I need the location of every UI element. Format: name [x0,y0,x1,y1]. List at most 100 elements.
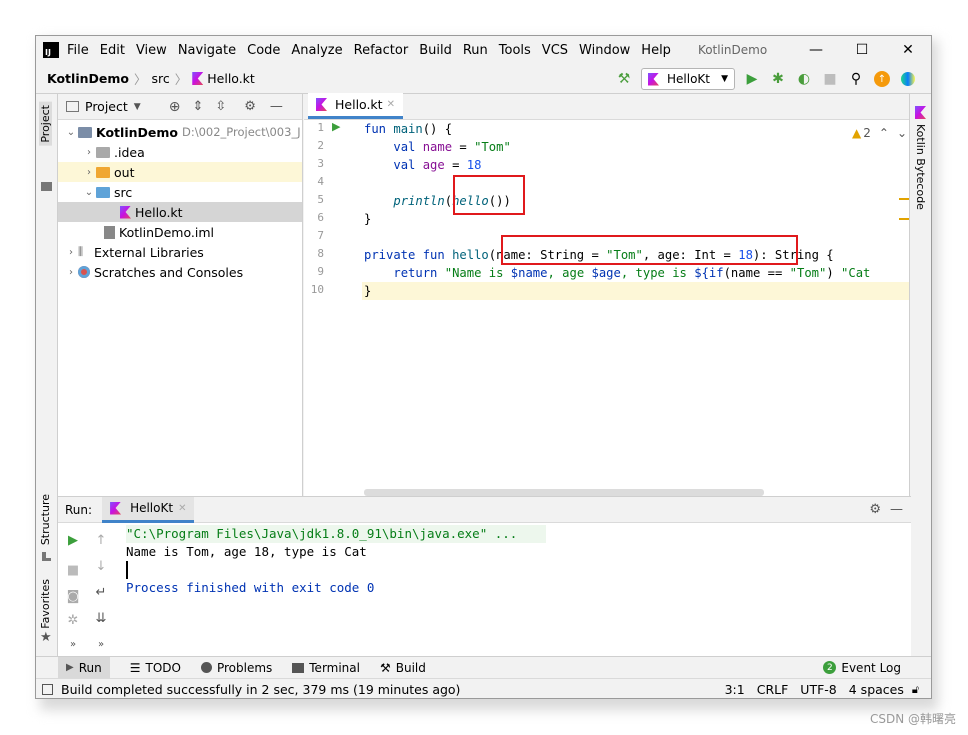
menu-refactor[interactable]: Refactor [354,43,409,58]
tree-item-label: src [114,184,133,200]
soft-wrap-icon[interactable]: ↵ [92,583,110,601]
expand-all-icon[interactable]: ⇕ [192,99,203,114]
navigation-bar: KotlinDemo 〉 src 〉 Hello.kt ⚒ HelloKt ▼ … [36,64,931,94]
menu-edit[interactable]: Edit [100,43,125,58]
coverage-icon[interactable]: ◐ [795,70,813,88]
project-panel: Project ▼ ⊕ ⇕ ⇳ ⚙ — ⌄ KotlinDemo D:\002_… [58,94,303,496]
more-icon[interactable]: » [64,635,82,653]
scroll-to-end-icon[interactable]: ⇊ [92,609,110,627]
tool-button-problems[interactable]: Problems [200,660,273,675]
tree-item-out[interactable]: › out [58,162,302,182]
gear-icon[interactable]: ⚙ [869,502,881,517]
tree-item-kotlindemo[interactable]: ⌄ KotlinDemo D:\002_Project\003_J [58,122,302,142]
breadcrumb-project[interactable]: KotlinDemo [47,71,129,86]
chevron-up-icon[interactable]: ⌃ [879,126,889,140]
tool-button-run[interactable]: ▶ Run [58,656,110,679]
chevron-down-icon[interactable]: ⌄ [64,127,78,138]
maximize-button[interactable]: ☐ [839,36,885,64]
tree-item-idea[interactable]: › .idea [58,142,302,162]
tool-tab-structure[interactable]: Structure [39,494,52,545]
run-configuration-select[interactable]: HelloKt ▼ [641,68,735,90]
horizontal-scrollbar[interactable] [364,489,764,496]
menu-vcs[interactable]: VCS [542,43,568,58]
menu-help[interactable]: Help [641,43,671,58]
chevron-down-icon[interactable]: ⌄ [897,126,907,140]
chevron-right-icon[interactable]: › [82,167,96,178]
star-icon: ★ [40,630,52,645]
toggle-panels-icon[interactable] [42,684,53,695]
chevron-down-icon[interactable]: ▼ [134,102,141,112]
lock-icon[interactable]: 🔓︎ [912,683,919,697]
tree-item-external-libraries[interactable]: › ⫼ External Libraries [58,242,302,262]
inspection-widget[interactable]: ▲ 2 ⌃ ⌄ [852,126,907,140]
chevron-down-icon[interactable]: ⌄ [82,187,96,198]
close-button[interactable]: ✕ [885,36,931,64]
menu-analyze[interactable]: Analyze [291,43,342,58]
hammer-build-icon[interactable]: ⚒ [615,70,633,88]
line-separator[interactable]: CRLF [757,682,789,697]
run-gutter-icon[interactable]: ▶ [332,120,340,133]
hide-icon[interactable]: — [270,99,283,114]
line-number: 9 [317,265,324,278]
indent-setting[interactable]: 4 spaces [849,682,904,697]
up-arrow-icon[interactable]: ↑ [92,531,110,549]
debug-bug-icon[interactable]: ✱ [769,70,787,88]
menu-navigate[interactable]: Navigate [178,43,236,58]
code-area[interactable]: fun main() { val name = "Tom" val age = … [362,120,911,496]
collapse-all-icon[interactable]: ⇳ [215,99,226,114]
menu-code[interactable]: Code [247,43,280,58]
tool-button-terminal[interactable]: Terminal [292,661,360,675]
run-tab-hellokt[interactable]: HelloKt ✕ [102,496,195,523]
pin-icon[interactable]: ✲ [64,611,82,629]
chevron-right-icon[interactable]: › [82,147,96,158]
menu-view[interactable]: View [136,43,167,58]
tool-button-build[interactable]: ⚒ Build [380,661,426,675]
rerun-icon[interactable]: ▶ [64,531,82,549]
tree-item-src[interactable]: ⌄ src [58,182,302,202]
tool-button-label: Problems [216,660,273,675]
minimize-button[interactable]: — [793,36,839,64]
run-play-icon[interactable]: ▶ [743,70,761,88]
tool-button-todo[interactable]: ☰ TODO [130,661,181,675]
locate-icon[interactable]: ⊕ [169,99,181,115]
down-arrow-icon[interactable]: ↓ [92,557,110,575]
tab-hello-kt[interactable]: Hello.kt ✕ [308,93,403,119]
close-icon[interactable]: ✕ [178,503,186,514]
stop-icon[interactable]: ■ [821,70,839,88]
code-with-me-icon[interactable] [899,70,917,88]
tree-item-label: Hello.kt [135,204,183,220]
project-view-select[interactable]: Project [85,99,128,114]
menu-window[interactable]: Window [579,43,630,58]
breadcrumb-file[interactable]: Hello.kt [207,71,255,86]
chevron-right-icon[interactable]: › [64,247,78,258]
menu-file[interactable]: File [67,43,89,58]
tree-item-iml[interactable]: KotlinDemo.iml [58,222,302,242]
search-icon[interactable]: ⚲ [847,70,865,88]
camera-icon[interactable]: ◙ [64,587,82,605]
tool-tab-favorites[interactable]: Favorites [39,579,52,629]
status-message[interactable]: Build completed successfully in 2 sec, 3… [61,682,460,697]
folder-icon [41,182,52,191]
chevron-right-icon[interactable]: › [64,267,78,278]
update-icon[interactable]: ↑ [873,70,891,88]
gear-icon[interactable]: ⚙ [244,99,256,114]
stop-icon[interactable]: ■ [64,561,82,579]
menu-build[interactable]: Build [419,43,452,58]
tool-tab-kotlin-bytecode[interactable]: Kotlin Bytecode [914,124,927,210]
menu-run[interactable]: Run [463,43,488,58]
info-icon [200,662,212,673]
breadcrumb-folder[interactable]: src [151,71,169,86]
kotlin-file-icon [648,72,659,86]
file-encoding[interactable]: UTF-8 [800,682,836,697]
tool-button-event-log[interactable]: 2 Event Log [823,661,901,675]
tool-tab-project[interactable]: Project [39,102,52,146]
console-output[interactable]: "C:\Program Files\Java\jdk1.8.0_91\bin\j… [126,523,911,657]
tree-item-hello-kt[interactable]: Hello.kt [58,202,302,222]
hide-icon[interactable]: — [890,502,903,517]
tree-item-scratches[interactable]: › Scratches and Consoles [58,262,302,282]
more-icon[interactable]: » [92,635,110,653]
menu-tools[interactable]: Tools [499,43,531,58]
run-tab-label: HelloKt [130,501,174,515]
caret-position[interactable]: 3:1 [725,682,745,697]
close-icon[interactable]: ✕ [387,99,395,110]
